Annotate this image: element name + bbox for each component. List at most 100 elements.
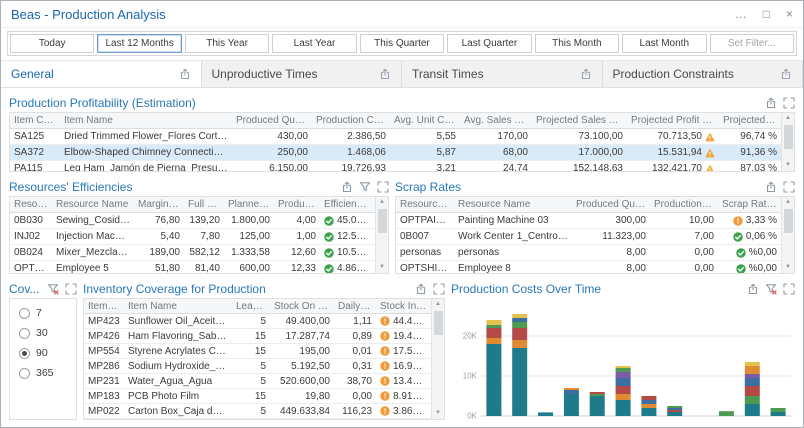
bar-segment[interactable]	[564, 394, 579, 416]
table-row[interactable]: personaspersonas8,000,00%0,00	[396, 245, 781, 261]
export-icon[interactable]	[341, 181, 353, 193]
column-header[interactable]: Daily Issues	[334, 301, 376, 312]
bar-segment[interactable]	[486, 338, 501, 344]
vertical-scrollbar[interactable]: ▲▼	[431, 299, 444, 419]
filter-button-last-12-months[interactable]: Last 12 Months	[97, 34, 181, 53]
bar-segment[interactable]	[590, 396, 605, 416]
coverage-radio-30[interactable]: 30	[19, 327, 67, 339]
bar-segment[interactable]	[538, 412, 553, 416]
bar-segment[interactable]	[616, 366, 631, 368]
export-icon[interactable]	[179, 68, 191, 80]
scroll-up-arrow[interactable]: ▲	[435, 300, 441, 309]
table-row[interactable]: SA372Elbow-Shaped Chimney Connection Ø 8…	[10, 145, 781, 161]
column-header[interactable]: Projected Profit Margin (%)	[719, 115, 781, 126]
column-header[interactable]: Stock In Days	[376, 301, 431, 312]
column-header[interactable]: Avg. Unit Cost	[390, 115, 460, 126]
tab-unproductive-times[interactable]: Unproductive Times	[202, 61, 403, 87]
column-header[interactable]: Full Costs	[184, 199, 224, 210]
table-row[interactable]: INJ02Injection Machine 25,407,80125,001,…	[10, 229, 375, 245]
scroll-down-arrow[interactable]: ▼	[785, 263, 791, 272]
export-icon[interactable]	[379, 68, 391, 80]
bar-segment[interactable]	[745, 396, 760, 404]
table-row[interactable]: 0B030Sewing_Cosido_...76,80139,201.800,0…	[10, 213, 375, 229]
bar-segment[interactable]	[590, 392, 605, 394]
bar-segment[interactable]	[616, 378, 631, 386]
scroll-down-arrow[interactable]: ▼	[435, 409, 441, 418]
bar-segment[interactable]	[512, 314, 527, 318]
column-header[interactable]: Scrap Rate (%)	[718, 199, 781, 210]
column-header[interactable]: Efficiency (%)	[320, 199, 375, 210]
export-icon[interactable]	[765, 181, 777, 193]
scrollbar-thumb[interactable]	[784, 125, 793, 149]
table-row[interactable]: MP022Carton Box_Caja de Cartó...5449.633…	[84, 404, 431, 419]
bar-segment[interactable]	[771, 412, 786, 416]
table-row[interactable]: OPTPAINT03Painting Machine 03300,0010,00…	[396, 213, 781, 229]
expand-icon[interactable]	[65, 283, 77, 295]
expand-icon[interactable]	[783, 97, 795, 109]
bar-segment[interactable]	[667, 410, 682, 412]
scrollbar-thumb[interactable]	[434, 311, 443, 335]
bar-segment[interactable]	[616, 394, 631, 400]
expand-icon[interactable]	[783, 283, 795, 295]
bar-segment[interactable]	[512, 340, 527, 348]
filter-button-today[interactable]: Today	[10, 34, 94, 53]
filter-button-this-year[interactable]: This Year	[185, 34, 269, 53]
maximize-button[interactable]: □	[763, 8, 770, 20]
table-row[interactable]: 0B007Work Center 1_Centro de Trabajo I11…	[396, 229, 781, 245]
expand-icon[interactable]	[433, 283, 445, 295]
filter-button-this-month[interactable]: This Month	[535, 34, 619, 53]
bar-segment[interactable]	[745, 362, 760, 366]
filter-clear-icon[interactable]	[765, 283, 777, 295]
table-row[interactable]: PA115Leg Ham_Jamón de Pierna_Presunto de…	[10, 161, 781, 172]
bar-segment[interactable]	[641, 404, 656, 408]
table-row[interactable]: MP231Water_Agua_Água5520.600,0038,7013.4…	[84, 374, 431, 389]
column-header[interactable]: Planned Pro...	[224, 199, 274, 210]
scroll-down-arrow[interactable]: ▼	[785, 161, 791, 170]
tab-production-constraints[interactable]: Production Constraints	[603, 61, 804, 87]
column-header[interactable]: Resourc...	[10, 199, 52, 210]
bar-segment[interactable]	[564, 390, 579, 394]
table-row[interactable]: MP286Sodium Hydroxide_Hidróxid...55.192,…	[84, 359, 431, 374]
scrollbar-thumb[interactable]	[784, 209, 793, 233]
table-row[interactable]: MP183PCB Photo Film1519,800,008.910,00	[84, 389, 431, 404]
bar-segment[interactable]	[616, 386, 631, 394]
scroll-up-arrow[interactable]: ▲	[379, 198, 385, 207]
vertical-scrollbar[interactable]: ▲▼	[781, 113, 794, 171]
column-header[interactable]: Production Costs	[312, 115, 390, 126]
column-header[interactable]: Production Scraps	[650, 199, 718, 210]
filter-button-last-month[interactable]: Last Month	[622, 34, 706, 53]
bar-segment[interactable]	[641, 408, 656, 416]
expand-icon[interactable]	[783, 181, 795, 193]
column-header[interactable]: Projected Sales Amount	[532, 115, 627, 126]
export-icon[interactable]	[747, 283, 759, 295]
column-header[interactable]: Item Name	[60, 115, 232, 126]
export-icon[interactable]	[580, 68, 592, 80]
vertical-scrollbar[interactable]: ▲▼	[781, 197, 794, 273]
table-row[interactable]: MP423Sunflower Oil_Aceite de Gir...549.4…	[84, 314, 431, 329]
bar-segment[interactable]	[745, 366, 760, 374]
column-header[interactable]: Lead Time	[232, 301, 270, 312]
bar-segment[interactable]	[486, 328, 501, 338]
bar-segment[interactable]	[486, 320, 501, 325]
column-header[interactable]: Projected Profit Margin	[627, 115, 719, 126]
scroll-up-arrow[interactable]: ▲	[785, 114, 791, 123]
window-menu-button[interactable]: …	[735, 8, 747, 20]
column-header[interactable]: Production Ti...	[274, 199, 320, 210]
bar-segment[interactable]	[512, 328, 527, 340]
scroll-down-arrow[interactable]: ▼	[379, 263, 385, 272]
bar-segment[interactable]	[719, 411, 734, 416]
scrollbar-thumb[interactable]	[378, 209, 387, 233]
column-header[interactable]: Avg. Sales Price	[460, 115, 532, 126]
tab-transit-times[interactable]: Transit Times	[402, 61, 603, 87]
filter-button-last-year[interactable]: Last Year	[272, 34, 356, 53]
filter-button-set-filter[interactable]: Set Filter...	[710, 34, 794, 53]
bar-segment[interactable]	[564, 388, 579, 390]
column-header[interactable]: Resource Name	[52, 199, 134, 210]
coverage-radio-7[interactable]: 7	[19, 307, 67, 319]
coverage-radio-90[interactable]: 90	[19, 347, 67, 359]
column-header[interactable]: Item Name	[124, 301, 232, 312]
column-header[interactable]: Produced Quantity	[572, 199, 650, 210]
export-icon[interactable]	[780, 68, 792, 80]
coverage-radio-365[interactable]: 365	[19, 367, 67, 379]
column-header[interactable]: Stock On Hand	[270, 301, 334, 312]
